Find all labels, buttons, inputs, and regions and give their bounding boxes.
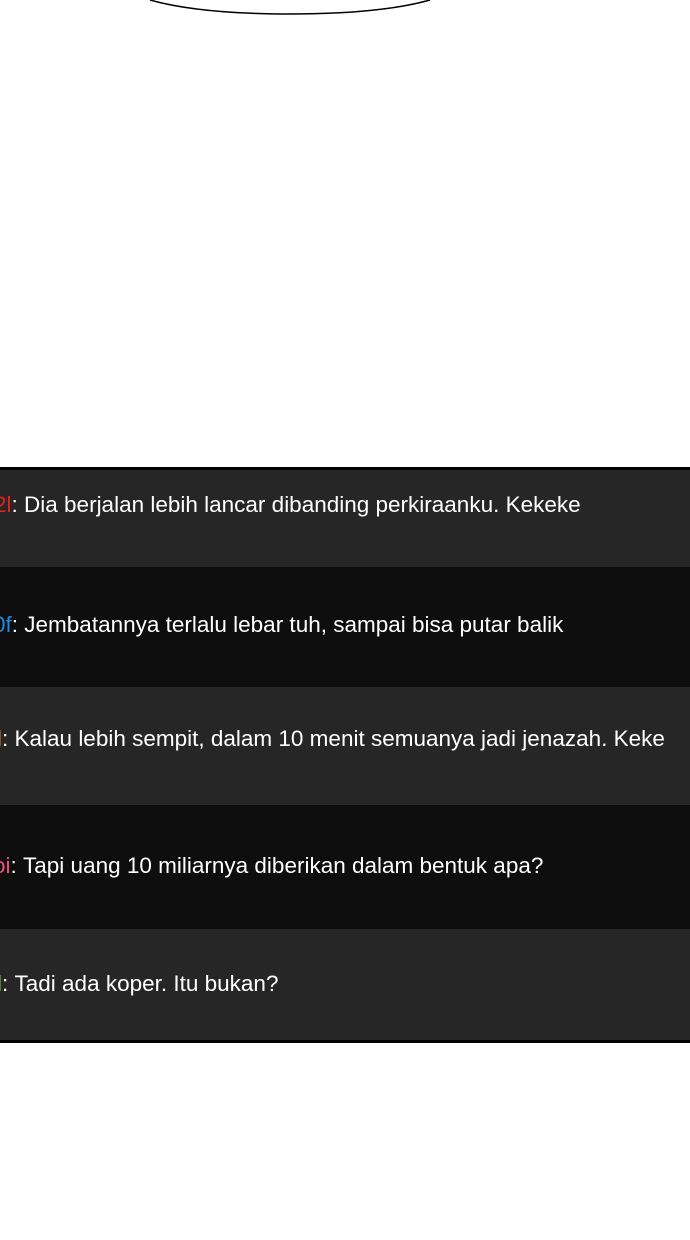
separator: :	[2, 971, 15, 996]
username: 0f	[0, 612, 12, 637]
chat-message: l : Kalau lebih sempit, dalam 10 menit s…	[0, 723, 682, 754]
chat-message: l : Tadi ada koper. Itu bukan?	[0, 968, 682, 999]
chat-panel: 2l : Dia berjalan lebih lancar dibanding…	[0, 467, 690, 1043]
chat-row: 0f : Jembatannya terlalu lebar tuh, samp…	[0, 567, 690, 687]
chat-message: 0f : Jembatannya terlalu lebar tuh, samp…	[0, 609, 682, 640]
speech-bubble-edge	[149, 0, 431, 15]
chat-row: 2l : Dia berjalan lebih lancar dibanding…	[0, 470, 690, 567]
message-text: Tapi uang 10 miliarnya diberikan dalam b…	[23, 853, 544, 878]
chat-row: oi : Tapi uang 10 miliarnya diberikan da…	[0, 805, 690, 929]
message-text: Kalau lebih sempit, dalam 10 menit semua…	[14, 726, 665, 751]
chat-message: 2l : Dia berjalan lebih lancar dibanding…	[0, 489, 682, 520]
username: oi	[0, 853, 11, 878]
separator: :	[11, 492, 25, 517]
separator: :	[2, 726, 15, 751]
chat-row: l : Tadi ada koper. Itu bukan?	[0, 929, 690, 1040]
chat-row: l : Kalau lebih sempit, dalam 10 menit s…	[0, 687, 690, 805]
separator: :	[10, 853, 24, 878]
separator: :	[11, 612, 25, 637]
username: 2l	[0, 492, 12, 517]
chat-message: oi : Tapi uang 10 miliarnya diberikan da…	[0, 850, 682, 881]
message-text: Jembatannya terlalu lebar tuh, sampai bi…	[24, 612, 564, 637]
message-text: Dia berjalan lebih lancar dibanding perk…	[24, 492, 581, 517]
message-text: Tadi ada koper. Itu bukan?	[14, 971, 279, 996]
